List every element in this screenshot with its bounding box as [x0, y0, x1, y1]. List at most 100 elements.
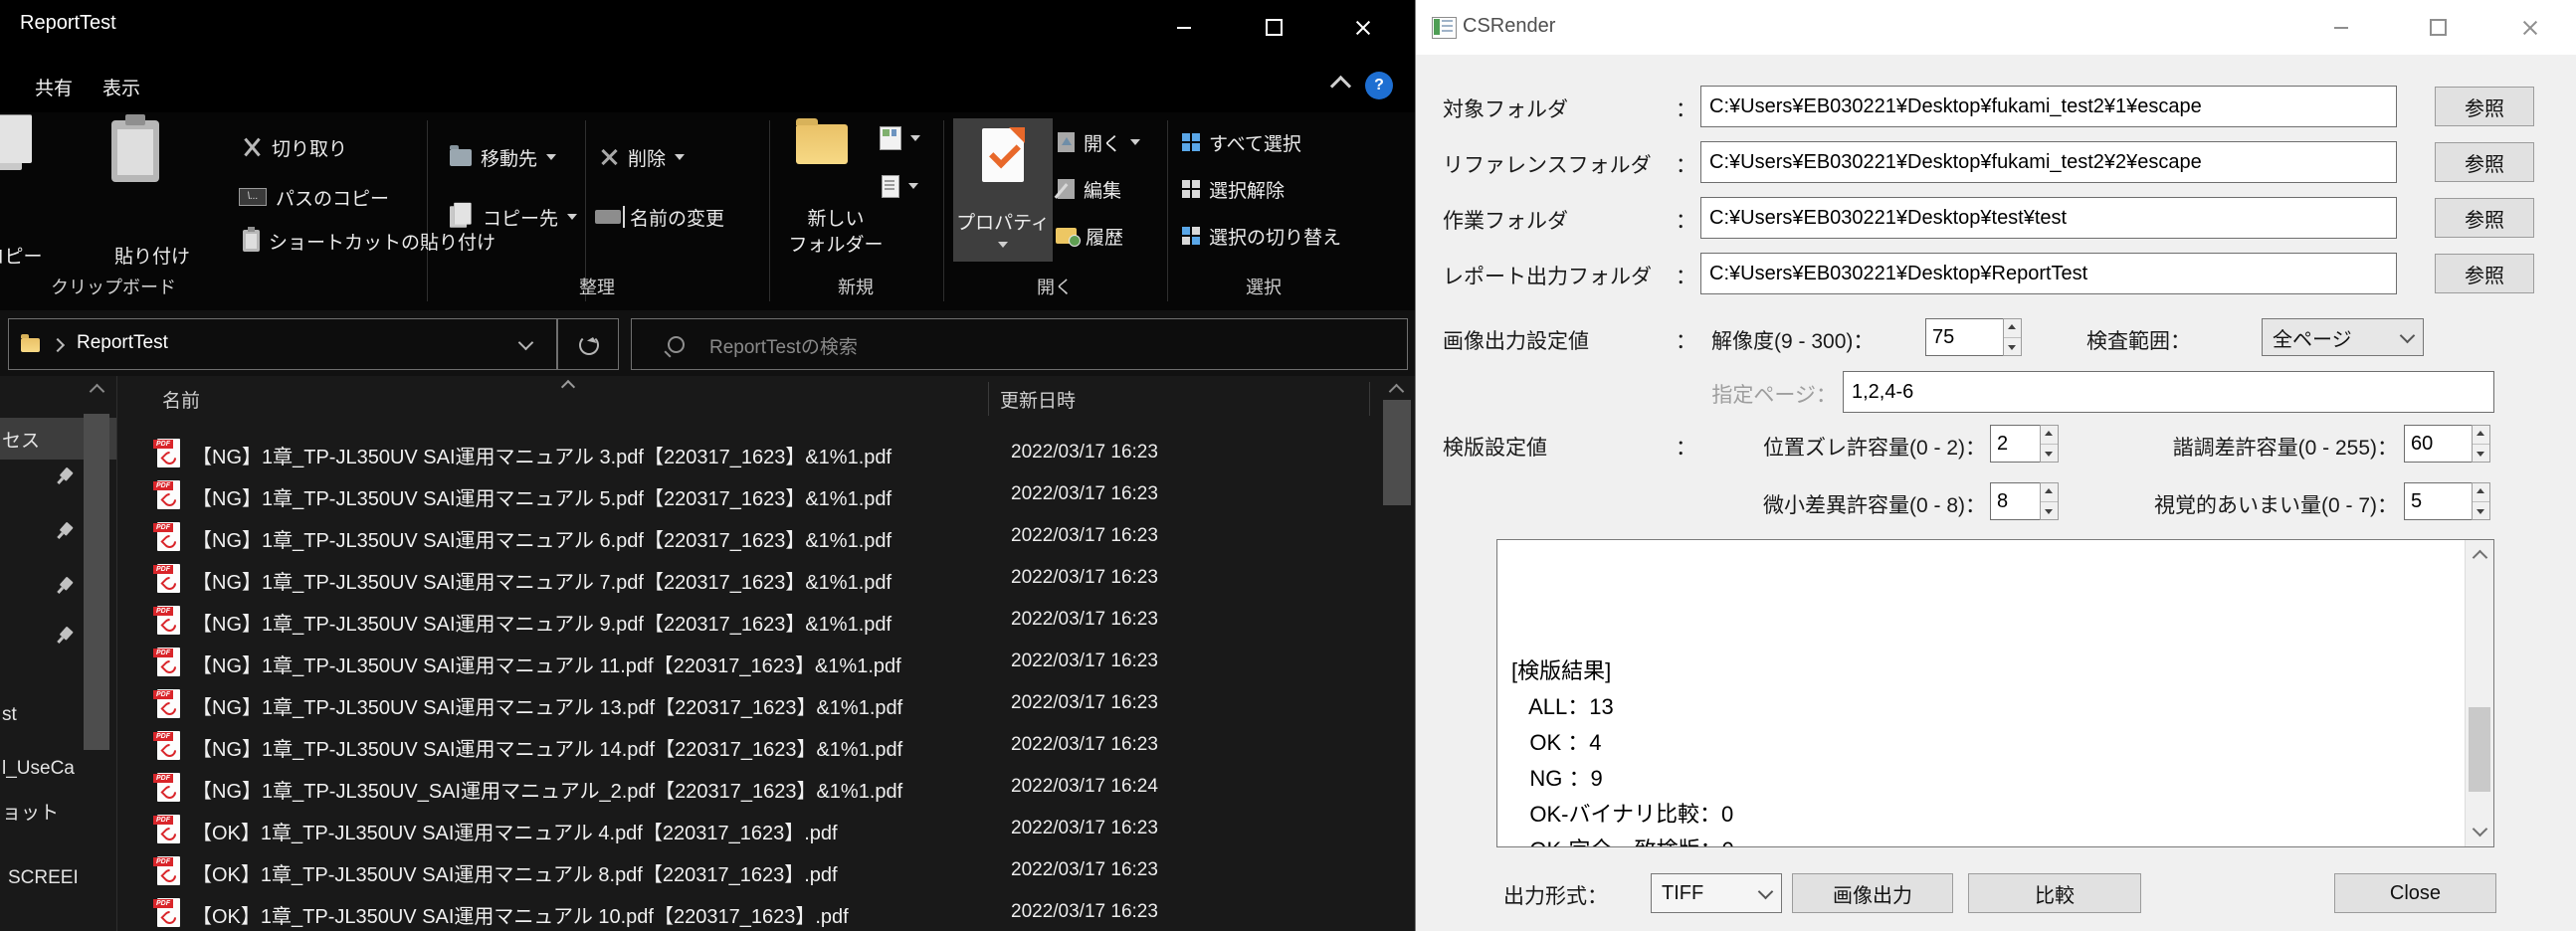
open-button[interactable]: 開く [1058, 124, 1140, 160]
edit-button[interactable]: 編集 [1058, 171, 1121, 207]
csrender-maximize-button[interactable] [2407, 0, 2469, 55]
list-scroll-up-icon[interactable] [1389, 384, 1405, 400]
spin-up-icon[interactable] [2041, 483, 2058, 501]
spin-down-icon[interactable] [2041, 501, 2058, 520]
folder-path-input[interactable]: C:¥Users¥EB030221¥Desktop¥fukami_test2¥1… [1700, 86, 2397, 127]
new-folder-button[interactable] [796, 124, 848, 164]
ribbon-collapse-button[interactable] [1333, 79, 1348, 93]
easy-access-button[interactable] [882, 168, 918, 204]
spin-down-icon[interactable] [2004, 337, 2021, 356]
select-none-button[interactable]: 選択解除 [1182, 171, 1285, 207]
spinner-arrows[interactable] [2003, 318, 2022, 356]
new-folder-label-line1[interactable]: 新しい [766, 204, 905, 231]
tab-share[interactable]: 共有 [35, 74, 73, 100]
spin-up-icon[interactable] [2473, 426, 2489, 444]
output-format-dropdown[interactable]: TIFF [1651, 873, 1782, 913]
spinner-arrows[interactable] [2040, 482, 2059, 520]
folder-path-input[interactable]: C:¥Users¥EB030221¥Desktop¥fukami_test2¥2… [1700, 141, 2397, 183]
explorer-window: ReportTest 共有 表示 ? コピー 貼り付け 切り取り [0, 0, 1415, 931]
file-row[interactable]: 【NG】1章_TP-JL350UV SAI運用マニュアル 6.pdf【22031… [0, 516, 1383, 558]
tab-view[interactable]: 表示 [102, 74, 140, 100]
copy-to-button[interactable]: コピー先 [450, 199, 577, 235]
file-modified-date: 2022/03/17 16:23 [1011, 567, 1158, 589]
spinner-arrows[interactable] [2040, 425, 2059, 463]
position-tolerance-spinner[interactable]: 2 [1990, 425, 2059, 463]
results-scrollbar[interactable] [2465, 540, 2493, 846]
compare-button[interactable]: 比較 [1968, 873, 2141, 913]
refresh-button[interactable] [557, 318, 619, 370]
file-row[interactable]: 【NG】1章_TP-JL350UV SAI運用マニュアル 11.pdf【2203… [0, 642, 1383, 683]
pdf-file-icon [157, 731, 180, 760]
file-row[interactable]: 【NG】1章_TP-JL350UV SAI運用マニュアル 9.pdf【22031… [0, 600, 1383, 642]
scroll-down-icon[interactable] [2473, 822, 2488, 838]
visual-fuzziness-spinner[interactable]: 5 [2404, 482, 2490, 520]
file-row[interactable]: 【OK】1章_TP-JL350UV SAI運用マニュアル 10.pdf【2203… [0, 892, 1383, 931]
rename-button[interactable]: 名前の変更 [595, 199, 724, 235]
spin-up-icon[interactable] [2041, 426, 2058, 444]
spinner-arrows[interactable] [2472, 425, 2490, 463]
file-row[interactable]: 【OK】1章_TP-JL350UV SAI運用マニュアル 8.pdf【22031… [0, 850, 1383, 892]
history-button[interactable]: 履歴 [1056, 218, 1123, 254]
column-divider[interactable] [1369, 382, 1370, 416]
help-button[interactable]: ? [1365, 72, 1393, 99]
file-row[interactable]: 【OK】1章_TP-JL350UV SAI運用マニュアル 4.pdf【22031… [0, 809, 1383, 850]
csrender-minimize-button[interactable] [2310, 0, 2372, 55]
file-row[interactable]: 【NG】1章_TP-JL350UV SAI運用マニュアル 7.pdf【22031… [0, 558, 1383, 600]
browse-button[interactable]: 参照 [2435, 142, 2534, 182]
search-input[interactable]: ReportTestの検索 [631, 318, 1408, 370]
column-header-modified[interactable]: 更新日時 [1000, 386, 1076, 413]
select-all-button[interactable]: すべて選択 [1182, 124, 1301, 160]
spin-down-icon[interactable] [2473, 444, 2489, 463]
copy-button[interactable]: コピー [0, 242, 52, 269]
file-row[interactable]: 【NG】1章_TP-JL350UV SAI運用マニュアル 5.pdf【22031… [0, 474, 1383, 516]
folder-path-input[interactable]: C:¥Users¥EB030221¥Desktop¥test¥test [1700, 197, 2397, 239]
explorer-close-button[interactable] [1318, 0, 1408, 55]
browse-button[interactable]: 参照 [2435, 87, 2534, 126]
cut-button[interactable]: 切り取り [241, 129, 347, 165]
column-header-name[interactable]: 名前 [162, 386, 200, 413]
close-button[interactable]: Close [2334, 873, 2496, 913]
path-icon: \... [239, 188, 267, 206]
image-output-button[interactable]: 画像出力 [1792, 873, 1953, 913]
address-dropdown-icon[interactable] [518, 335, 534, 351]
paste-button[interactable]: 貼り付け [78, 242, 227, 269]
explorer-minimize-button[interactable] [1139, 0, 1229, 55]
spin-down-icon[interactable] [2041, 444, 2058, 463]
resolution-spinner[interactable]: 75 [1925, 318, 2022, 356]
pages-input[interactable]: 1,2,4-6 [1843, 371, 2494, 413]
browse-button[interactable]: 参照 [2435, 254, 2534, 293]
minor-diff-tolerance-spinner[interactable]: 8 [1990, 482, 2059, 520]
explorer-maximize-button[interactable] [1229, 0, 1318, 55]
breadcrumb[interactable]: ReportTest [77, 332, 168, 354]
inspection-results-box[interactable]: [検版結果] ALL：13 OK ：4 NG ：9 OK-バイナリ比較：0 OK… [1496, 539, 2494, 847]
address-bar[interactable]: ReportTest [8, 318, 557, 370]
file-row[interactable]: 【NG】1章_TP-JL350UV SAI運用マニュアル 13.pdf【2203… [0, 683, 1383, 725]
file-row[interactable]: 【NG】1章_TP-JL350UV SAI運用マニュアル 3.pdf【22031… [0, 433, 1383, 474]
spin-up-icon[interactable] [2473, 483, 2489, 501]
new-folder-label-line2[interactable]: フォルダー [766, 230, 905, 257]
file-row[interactable]: 【NG】1章_TP-JL350UV_SAI運用マニュアル_2.pdf【22031… [0, 767, 1383, 809]
sidebar-scroll-up-icon[interactable] [90, 384, 105, 400]
file-row[interactable]: 【NG】1章_TP-JL350UV SAI運用マニュアル 14.pdf【2203… [0, 725, 1383, 767]
properties-button[interactable]: プロパティ [953, 118, 1053, 262]
browse-button[interactable]: 参照 [2435, 198, 2534, 238]
new-item-button[interactable] [880, 120, 920, 156]
invert-selection-button[interactable]: 選択の切り替え [1182, 218, 1341, 254]
spinner-arrows[interactable] [2472, 482, 2490, 520]
list-scrollbar[interactable] [1383, 400, 1411, 505]
column-divider[interactable] [988, 382, 989, 416]
move-to-button[interactable]: 移動先 [450, 139, 556, 175]
ribbon-separator [943, 120, 944, 301]
tone-tolerance-spinner[interactable]: 60 [2404, 425, 2490, 463]
inspection-label: 検版設定値 [1443, 432, 1547, 462]
folder-path-input[interactable]: C:¥Users¥EB030221¥Desktop¥ReportTest [1700, 253, 2397, 294]
dropdown-arrow-icon [908, 183, 918, 189]
spin-down-icon[interactable] [2473, 501, 2489, 520]
csrender-close-button[interactable] [2499, 0, 2561, 55]
delete-button[interactable]: 削除 [599, 139, 685, 175]
scroll-thumb[interactable] [2469, 707, 2490, 792]
scroll-up-icon[interactable] [2473, 550, 2488, 566]
copy-path-button[interactable]: \... パスのコピー [239, 179, 389, 215]
scope-dropdown[interactable]: 全ページ [2262, 318, 2424, 356]
spin-up-icon[interactable] [2004, 319, 2021, 337]
